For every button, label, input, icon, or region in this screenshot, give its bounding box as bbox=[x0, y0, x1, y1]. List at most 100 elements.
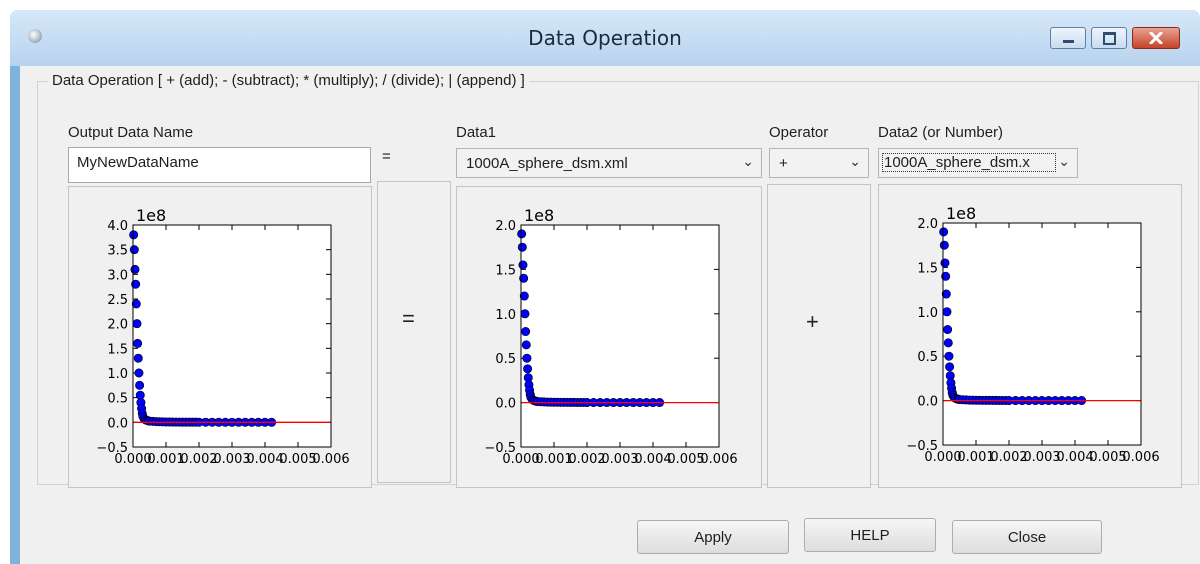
x-tick-label: 0.003 bbox=[601, 452, 638, 467]
y-tick-label: 1.5 bbox=[495, 263, 516, 278]
y-tick-label: 2.0 bbox=[107, 318, 128, 333]
chevron-down-icon: ⌄ bbox=[1058, 153, 1070, 169]
y-offset-text: 1e8 bbox=[524, 206, 554, 225]
plot-area bbox=[133, 225, 331, 447]
data-point bbox=[940, 258, 950, 268]
data-point bbox=[135, 390, 145, 400]
equals-panel: = bbox=[377, 181, 451, 483]
y-tick-label: 2.0 bbox=[917, 217, 938, 232]
chevron-down-icon: ⌄ bbox=[742, 153, 754, 169]
y-tick-label: 1.0 bbox=[917, 306, 938, 321]
y-tick-label: 3.0 bbox=[107, 268, 128, 283]
x-tick-label: 0.000 bbox=[502, 452, 539, 467]
dialog-window: Data Operation Data Operation [ + (add);… bbox=[10, 10, 1200, 564]
data1-selected-value: 1000A_sphere_dsm.xml bbox=[466, 155, 628, 172]
output-name-input[interactable]: MyNewDataName bbox=[68, 147, 371, 183]
window-title: Data Operation bbox=[528, 26, 682, 50]
data-point bbox=[521, 340, 531, 350]
x-tick-label: 0.002 bbox=[990, 450, 1027, 465]
x-tick-label: 0.004 bbox=[246, 452, 283, 467]
output-plot-panel: 4.0 3.5 3.0 2.5 2.0 1.5 1.0 0.5 0.0 −0.5 0.000 0.00… bbox=[68, 186, 372, 488]
data1-select[interactable]: 1000A_sphere_dsm.xml ⌄ bbox=[456, 148, 762, 178]
plot-area bbox=[943, 223, 1141, 445]
data-point bbox=[523, 364, 533, 374]
title-bar[interactable]: Data Operation bbox=[10, 10, 1200, 66]
data2-plot: 2.01.51.00.50.0−0.50.0000.0010.0020.0030… bbox=[906, 204, 1159, 465]
chevron-down-icon: ⌄ bbox=[849, 153, 861, 169]
data-point bbox=[134, 368, 144, 378]
apply-button[interactable]: Apply bbox=[637, 520, 789, 554]
x-tick-label: 0.004 bbox=[1056, 450, 1093, 465]
x-tick-label: 0.001 bbox=[535, 452, 572, 467]
x-tick-label: 0.003 bbox=[1023, 450, 1060, 465]
x-tick-label: 0.006 bbox=[1122, 450, 1159, 465]
y-tick-label: 4.0 bbox=[107, 219, 128, 234]
x-tick-label: 0.002 bbox=[568, 452, 605, 467]
data-point bbox=[944, 351, 954, 361]
data-point bbox=[133, 338, 143, 348]
y-tick-label: 1.0 bbox=[107, 367, 128, 382]
y-tick-label: 2.5 bbox=[107, 293, 128, 308]
data-point bbox=[520, 309, 530, 319]
y-tick-label: 0.0 bbox=[107, 416, 128, 431]
data-point bbox=[129, 230, 139, 240]
help-button[interactable]: HELP bbox=[804, 518, 936, 552]
data-point bbox=[942, 307, 952, 317]
y-tick-label: 0.0 bbox=[495, 397, 516, 412]
y-tick-label: 0.5 bbox=[917, 350, 938, 365]
data-point bbox=[939, 227, 949, 237]
data-point bbox=[521, 327, 531, 337]
y-tick-label: 1.5 bbox=[917, 261, 938, 276]
close-button[interactable]: Close bbox=[952, 520, 1102, 554]
equals-sign: = bbox=[402, 306, 415, 331]
y-tick-label: 0.5 bbox=[107, 392, 128, 407]
x-tick-label: 0.001 bbox=[957, 450, 994, 465]
data-point bbox=[135, 380, 145, 390]
y-offset-text: 1e8 bbox=[946, 204, 976, 223]
data-point bbox=[132, 319, 142, 329]
x-tick-label: 0.005 bbox=[279, 452, 316, 467]
data-point bbox=[133, 353, 143, 363]
restore-button[interactable] bbox=[1091, 27, 1127, 49]
y-tick-label: 1.5 bbox=[107, 342, 128, 357]
data2-plot-panel: 2.0 1.5 1.0 0.5 0.0 −0.5 0.000 0.001 0.002 0.003 0… bbox=[878, 184, 1182, 488]
y-tick-label: 0.0 bbox=[917, 395, 938, 410]
output-name-label: Output Data Name bbox=[68, 124, 194, 141]
data-point bbox=[130, 264, 140, 274]
data2-selected-value: 1000A_sphere_dsm.x bbox=[882, 153, 1056, 172]
data2-select[interactable]: 1000A_sphere_dsm.x ⌄ bbox=[878, 148, 1078, 178]
data-point bbox=[945, 362, 955, 372]
x-tick-label: 0.004 bbox=[634, 452, 671, 467]
operator-sign: + bbox=[806, 309, 819, 334]
close-icon bbox=[1149, 32, 1163, 44]
data-point bbox=[518, 260, 528, 270]
x-tick-label: 0.001 bbox=[147, 452, 184, 467]
x-tick-label: 0.000 bbox=[114, 452, 151, 467]
x-tick-label: 0.003 bbox=[213, 452, 250, 467]
data2-label: Data2 (or Number) bbox=[878, 124, 1004, 141]
operator-label: Operator bbox=[769, 124, 829, 141]
operator-select[interactable]: + ⌄ bbox=[769, 148, 869, 178]
x-tick-label: 0.002 bbox=[180, 452, 217, 467]
data-point bbox=[943, 338, 953, 348]
y-offset-text: 1e8 bbox=[136, 206, 166, 225]
output-plot: 4.03.53.02.52.01.51.00.50.0−0.50.0000.00… bbox=[96, 206, 349, 467]
y-tick-label: 2.0 bbox=[495, 219, 516, 234]
dialog-client-area: Data Operation [ + (add); - (subtract); … bbox=[20, 66, 1200, 564]
y-tick-label: 3.5 bbox=[107, 244, 128, 259]
group-title: Data Operation [ + (add); - (subtract); … bbox=[48, 72, 529, 89]
data-point bbox=[943, 325, 953, 335]
x-tick-label: 0.000 bbox=[924, 450, 961, 465]
y-tick-label: 1.0 bbox=[495, 308, 516, 323]
data1-plot-panel: 2.0 1.5 1.0 0.5 0.0 −0.5 0.000 0.001 0.002 0.003 0… bbox=[456, 186, 762, 488]
y-tick-label: 0.5 bbox=[495, 352, 516, 367]
data-point bbox=[129, 245, 139, 255]
x-tick-label: 0.005 bbox=[1089, 450, 1126, 465]
x-tick-label: 0.006 bbox=[700, 452, 737, 467]
plot-area bbox=[521, 225, 719, 447]
close-window-button[interactable] bbox=[1132, 27, 1180, 49]
data-point bbox=[522, 353, 532, 363]
data-point bbox=[517, 229, 527, 239]
data-point bbox=[517, 242, 527, 252]
minimize-button[interactable] bbox=[1050, 27, 1086, 49]
